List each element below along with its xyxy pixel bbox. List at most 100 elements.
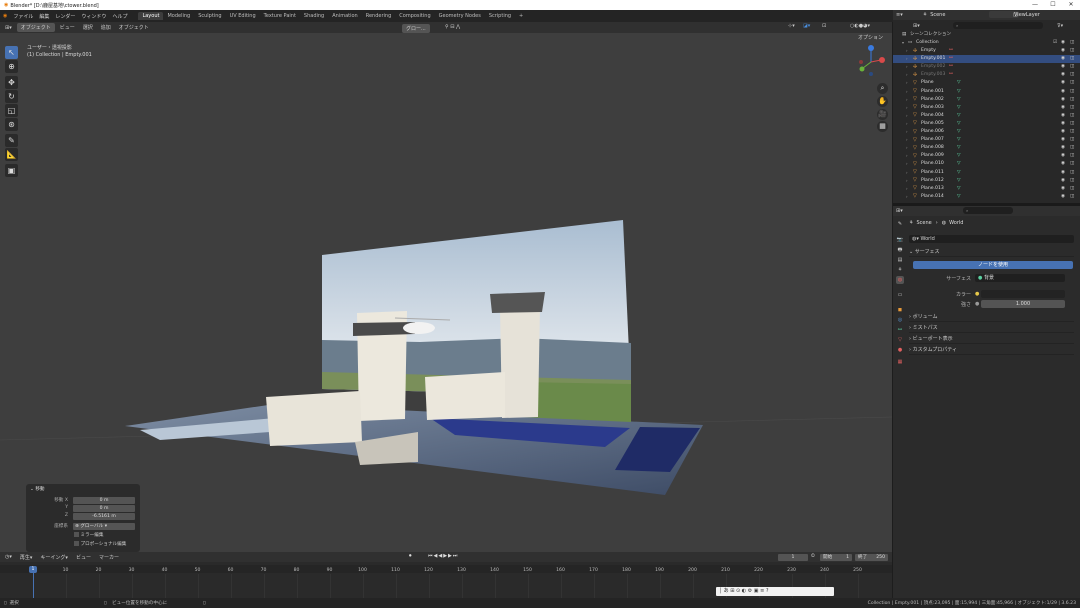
add-workspace-button[interactable]: + — [515, 12, 527, 20]
outliner-item[interactable]: › ▽ Plane ▽ ◉ ◫ — [893, 79, 1080, 87]
outliner-item[interactable]: › ▽ Plane.008 ▽ ◉ ◫ — [893, 144, 1080, 152]
surface-section-header[interactable]: ⌄ サーフェス — [909, 248, 1074, 257]
tab-uv-editing[interactable]: UV Editing — [226, 12, 260, 20]
render-camera-icon[interactable]: ◫ — [1070, 79, 1074, 87]
constraints-tab-icon[interactable]: ⚯ — [896, 326, 904, 334]
visibility-eye-icon[interactable]: ◉ — [1061, 63, 1065, 71]
tab-texture-paint[interactable]: Texture Paint — [260, 12, 300, 20]
operator-panel-title[interactable]: ⌄ 移動 — [30, 486, 45, 492]
strength-socket-icon[interactable]: ● — [975, 301, 979, 307]
expand-arrow[interactable]: › — [906, 120, 908, 128]
outliner-item[interactable]: › ✢ Empty.002 ⚯ ◉ ◫ — [893, 63, 1080, 71]
expand-arrow[interactable]: › — [906, 185, 908, 193]
outliner-item[interactable]: › ▽ Plane.009 ▽ ◉ ◫ — [893, 152, 1080, 160]
modifier-icon[interactable]: ▽ — [957, 120, 961, 128]
expand-arrow[interactable]: › — [906, 96, 908, 104]
tab-animation[interactable]: Animation — [328, 12, 362, 20]
preview-range-icon[interactable]: ⏲ — [811, 553, 815, 559]
material-tab-icon[interactable]: ● — [896, 346, 904, 354]
outliner-collection[interactable]: ▾ ▭ Collection ☑ ◉ ◫ — [893, 39, 1080, 47]
outliner-editor[interactable]: ≡▾ ⚘ Scene ◫ ViewLayer ⊞▾ ⌕ ⊽▾ ▤ シーンコレクシ… — [893, 10, 1080, 205]
expand-arrow[interactable]: › — [906, 71, 908, 79]
visibility-eye-icon[interactable]: ◉ — [1061, 152, 1065, 160]
current-frame-field[interactable]: 1 — [778, 553, 808, 561]
menu-keying[interactable]: キーイング▾ — [37, 553, 71, 562]
render-camera-icon[interactable]: ◫ — [1070, 47, 1074, 55]
world-datablock-field[interactable]: ◍▾ World — [909, 235, 1074, 243]
visibility-eye-icon[interactable]: ◉ — [1061, 169, 1065, 177]
object-tab-icon[interactable]: ◼ — [896, 306, 904, 314]
visibility-eye-icon[interactable]: ◉ — [1061, 112, 1065, 120]
maximize-button[interactable]: ☐ — [1044, 0, 1062, 10]
render-camera-icon[interactable]: ◫ — [1070, 104, 1074, 112]
outliner-item[interactable]: › ▽ Plane.007 ▽ ◉ ◫ — [893, 136, 1080, 144]
visibility-eye-icon[interactable]: ◉ — [1061, 47, 1065, 55]
render-camera-icon[interactable]: ◫ — [1070, 71, 1074, 79]
modifier-icon[interactable]: ▽ — [957, 112, 961, 120]
move-z-field[interactable]: -6.5161 m — [73, 513, 135, 520]
end-frame-field[interactable]: 終了 250 — [855, 553, 888, 561]
visibility-eye-icon[interactable]: ◉ — [1061, 120, 1065, 128]
expand-arrow[interactable]: › — [906, 152, 908, 160]
physics-tab-icon[interactable]: ◎ — [896, 316, 904, 324]
modifier-icon[interactable]: ▽ — [957, 128, 961, 136]
render-camera-icon[interactable]: ◫ — [1070, 88, 1074, 96]
mist-pass-section-header[interactable]: › ミストパス — [909, 324, 1074, 333]
visibility-eye-icon[interactable]: ◉ — [1061, 55, 1065, 63]
menu-timeline-view[interactable]: ビュー — [73, 553, 94, 562]
tab-compositing[interactable]: Compositing — [395, 12, 434, 20]
playback-controls[interactable]: ⏮◀◀▶▶⏭ — [428, 553, 458, 559]
tab-rendering[interactable]: Rendering — [362, 12, 396, 20]
menu-window[interactable]: ウィンドウ — [78, 13, 109, 20]
expand-arrow[interactable]: › — [906, 104, 908, 112]
outliner-item[interactable]: › ▽ Plane.004 ▽ ◉ ◫ — [893, 112, 1080, 120]
visibility-eye-icon[interactable]: ◉ — [1061, 136, 1065, 144]
expand-arrow[interactable]: › — [906, 193, 908, 201]
data-tab-icon[interactable]: ▽ — [896, 336, 904, 344]
modifier-icon[interactable]: ▽ — [957, 88, 961, 96]
expand-arrow[interactable]: › — [906, 169, 908, 177]
operator-panel-move[interactable]: ⌄ 移動 移動 X 0 m Y 0 m Z -6.5161 m 座標系 ⊕ グロ… — [26, 484, 140, 552]
expand-arrow[interactable]: › — [906, 55, 908, 63]
collection-expand-arrow[interactable]: ▾ — [902, 39, 904, 47]
orientation-select[interactable]: ⊕ グローバル ▾ — [73, 523, 135, 530]
expand-arrow[interactable]: › — [906, 88, 908, 96]
outliner-item[interactable]: › ▽ Plane.001 ▽ ◉ ◫ — [893, 88, 1080, 96]
constraint-icon[interactable]: ⚯ — [949, 71, 953, 79]
modifier-icon[interactable]: ▽ — [957, 144, 961, 152]
modifier-icon[interactable]: ▽ — [957, 79, 961, 87]
close-button[interactable]: ✕ — [1062, 0, 1080, 10]
filter-icon[interactable]: ⊽▾ — [1057, 23, 1063, 29]
modifier-icon[interactable]: ▽ — [957, 104, 961, 112]
outliner-item[interactable]: › ✢ Empty ⚯ ◉ ◫ — [893, 47, 1080, 55]
visibility-eye-icon[interactable]: ◉ — [1061, 96, 1065, 104]
tool-tab-icon[interactable]: ✎ — [896, 220, 904, 228]
ime-toolbar[interactable]: │ あ ⊞ ⊙ ◐ ⚙ ▣ ≡ ? — [716, 587, 834, 596]
collection-render-icon[interactable]: ◫ — [1070, 39, 1074, 47]
outliner-item[interactable]: › ✢ Empty.001 ⚯ ◉ ◫ — [893, 55, 1080, 64]
tab-geometry-nodes[interactable]: Geometry Nodes — [435, 12, 485, 20]
move-y-field[interactable]: 0 m — [73, 505, 135, 512]
visibility-eye-icon[interactable]: ◉ — [1061, 128, 1065, 136]
tab-scripting[interactable]: Scripting — [485, 12, 515, 20]
tab-sculpting[interactable]: Sculpting — [194, 12, 225, 20]
collection-checkbox[interactable]: ☑ — [1053, 39, 1057, 47]
outliner-item[interactable]: › ▽ Plane.005 ▽ ◉ ◫ — [893, 120, 1080, 128]
expand-arrow[interactable]: › — [906, 79, 908, 87]
outliner-item[interactable]: › ▽ Plane.002 ▽ ◉ ◫ — [893, 96, 1080, 104]
render-camera-icon[interactable]: ◫ — [1070, 63, 1074, 71]
use-nodes-button[interactable]: ノードを使用 — [913, 261, 1073, 269]
expand-arrow[interactable]: › — [906, 144, 908, 152]
constraint-icon[interactable]: ⚯ — [949, 47, 953, 55]
scene-name[interactable]: Scene — [930, 12, 945, 18]
visibility-eye-icon[interactable]: ◉ — [1061, 193, 1065, 201]
texture-tab-icon[interactable]: ▦ — [896, 358, 904, 366]
modifier-icon[interactable]: ▽ — [957, 177, 961, 185]
record-icon[interactable]: ⏺ — [409, 553, 412, 559]
menu-playback[interactable]: 再生▾ — [17, 553, 36, 562]
expand-arrow[interactable]: › — [906, 47, 908, 55]
custom-properties-section-header[interactable]: › カスタムプロパティ — [909, 346, 1074, 355]
modifier-icon[interactable]: ▽ — [957, 193, 961, 201]
outliner-item[interactable]: › ▽ Plane.003 ▽ ◉ ◫ — [893, 104, 1080, 112]
modifier-icon[interactable]: ▽ — [957, 169, 961, 177]
